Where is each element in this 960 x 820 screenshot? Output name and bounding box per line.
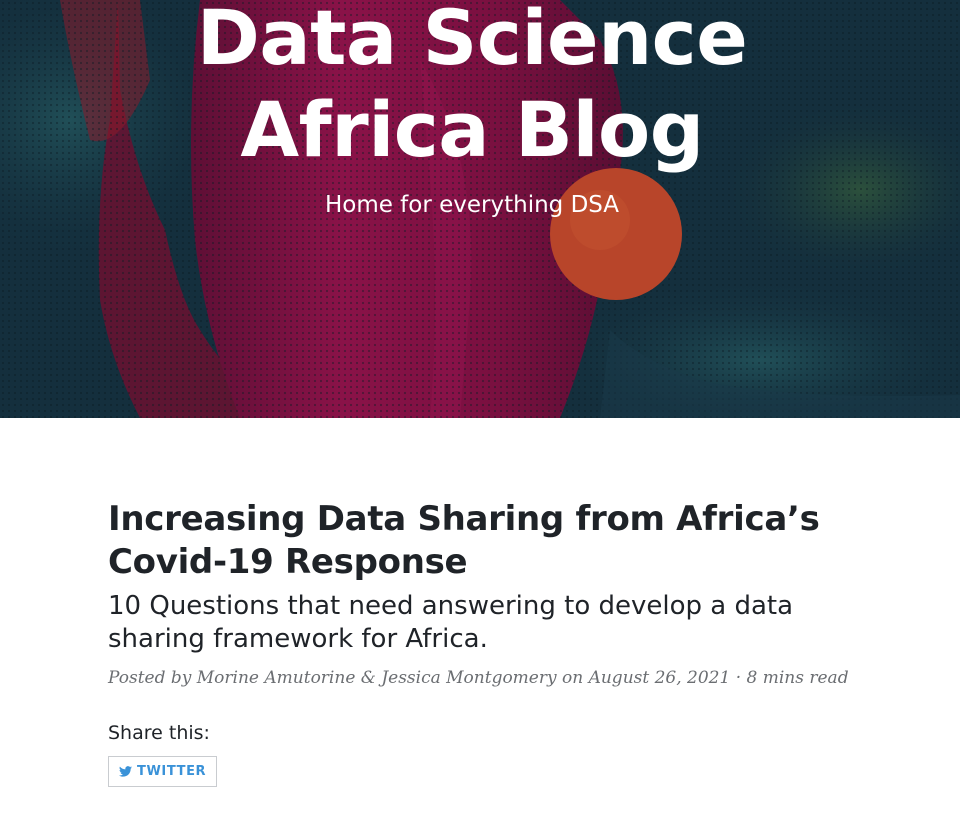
twitter-bird-icon [119, 766, 132, 777]
hero-banner: Data Science Africa Blog Home for everyt… [0, 0, 960, 418]
share-label: Share this: [108, 722, 210, 744]
twitter-share-label: TWITTER [137, 764, 207, 779]
post-meta: Posted by Morine Amutorine & Jessica Mon… [108, 668, 849, 688]
site-tagline: Home for everything DSA [324, 192, 620, 218]
post-header: Increasing Data Sharing from Africa’s Co… [108, 498, 868, 787]
site-title-line2: Africa Blog [240, 85, 704, 174]
post-subtitle: 10 Questions that need answering to deve… [108, 591, 794, 654]
twitter-share-button[interactable]: TWITTER [108, 756, 218, 787]
post-title: Increasing Data Sharing from Africa’s Co… [108, 499, 820, 582]
site-title-line1: Data Science [196, 0, 748, 82]
site-title: Data Science Africa Blog [0, 0, 944, 176]
